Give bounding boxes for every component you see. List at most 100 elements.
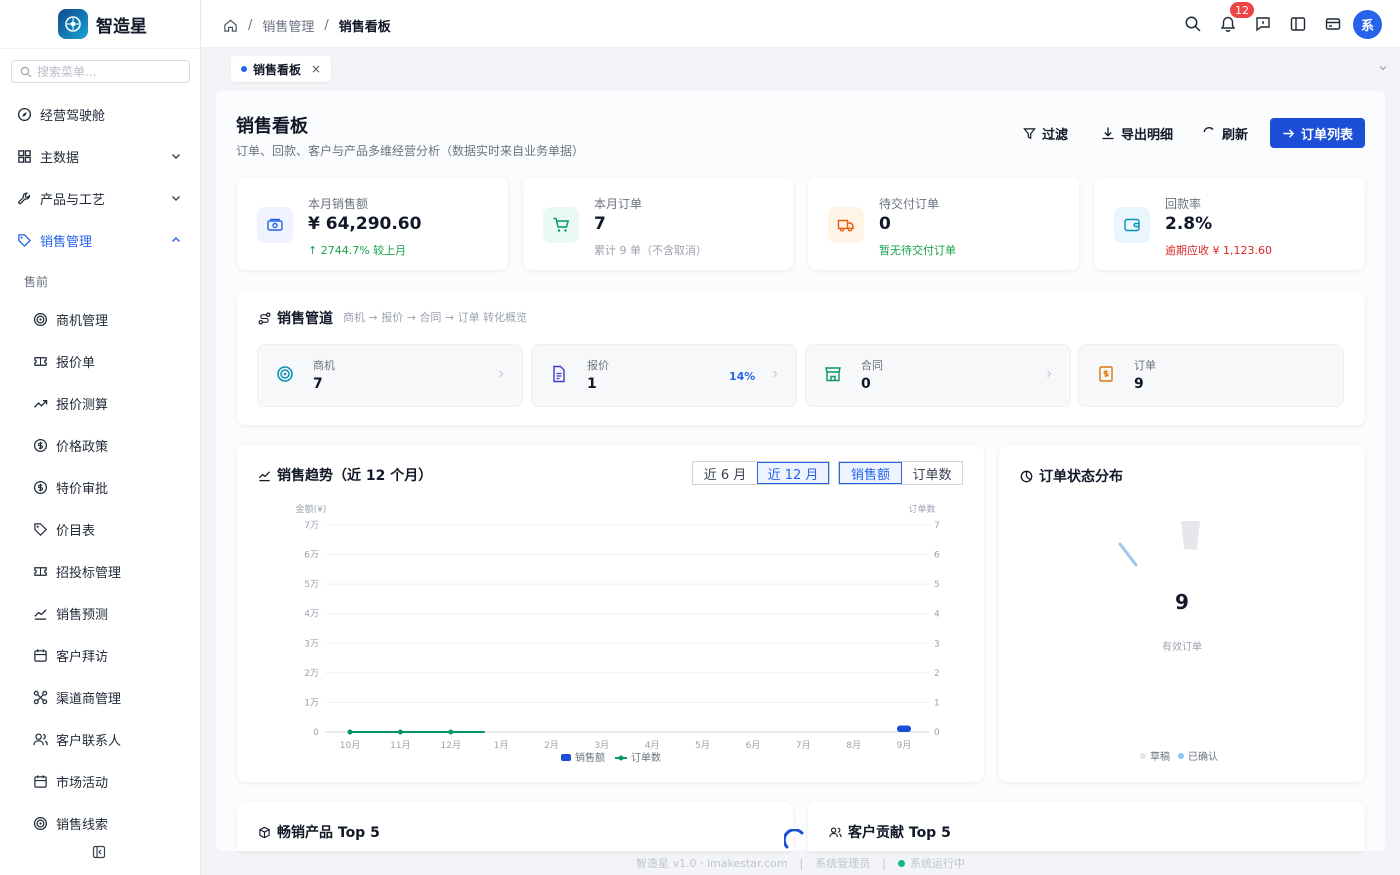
sidebar-item-quote-calc[interactable]: 报价测算 — [0, 382, 200, 424]
card-icon[interactable] — [1324, 15, 1342, 33]
pipeline-stage-opportunity[interactable]: 商机 7 — [257, 344, 523, 407]
orders-point — [448, 729, 454, 735]
kpi-card-collection[interactable]: 回款率 2.8% 逾期应收 ¥ 1,123.60 — [1094, 177, 1365, 270]
sidebar-item-bidding[interactable]: 招投标管理 — [0, 550, 200, 592]
search-placeholder: 搜索菜单... — [37, 65, 97, 79]
menu-group-presale: 售前 — [24, 275, 49, 289]
status-total: 9 — [1175, 590, 1189, 614]
breadcrumb-separator: / — [324, 18, 329, 33]
tab-close-button[interactable]: × — [311, 62, 321, 76]
kpi-card-sales[interactable]: 本月销售额 ¥ 64,290.60 ↑ 2744.7% 较上月 — [237, 177, 508, 270]
sidebar-item-label: 报价测算 — [56, 397, 109, 413]
dollar-circle-icon — [33, 438, 48, 452]
menu-search-input[interactable]: 搜索菜单... — [11, 60, 190, 83]
order-list-button[interactable]: 订单列表 — [1270, 118, 1365, 148]
message-icon[interactable] — [1254, 15, 1272, 33]
sidebar-item-campaigns[interactable]: 市场活动 — [0, 760, 200, 802]
top-customers-title: 客户贡献 Top 5 — [829, 822, 951, 842]
search-icon[interactable] — [1184, 15, 1202, 33]
kpi-card-orders[interactable]: 本月订单 7 累计 9 单（不含取消） — [523, 177, 793, 270]
sidebar-item-label: 价目表 — [56, 523, 96, 539]
legend-label: 草稿 — [1150, 752, 1170, 763]
filter-label: 过滤 — [1042, 127, 1069, 143]
sidebar-item-dashboard[interactable]: 经营驾驶舱 — [0, 93, 200, 135]
range-6m-option[interactable]: 近 6 月 — [693, 462, 757, 484]
trend-title: 销售趋势（近 12 个月） — [258, 465, 432, 485]
metric-sales-option[interactable]: 销售额 — [839, 462, 902, 484]
y-tick-label: 2万 — [304, 669, 319, 679]
order-list-label: 订单列表 — [1300, 127, 1353, 143]
target-icon — [33, 312, 48, 326]
money-icon — [257, 207, 293, 243]
sidebar-item-opportunities[interactable]: 商机管理 — [0, 298, 200, 340]
x-tick-label: 5月 — [695, 740, 710, 751]
wallet-icon — [1114, 207, 1150, 243]
legend-item[interactable]: 草稿 — [1140, 748, 1170, 763]
pipeline-stage-quote[interactable]: 报价 1 14% — [531, 344, 797, 407]
sidebar-toggle-icon[interactable] — [1289, 15, 1307, 33]
sidebar-item-price-list[interactable]: 价目表 — [0, 508, 200, 550]
kpi-card-pending[interactable]: 待交付订单 0 暂无待交付订单 — [808, 177, 1079, 270]
sidebar-item-customer-visits[interactable]: 客户拜访 — [0, 634, 200, 676]
sidebar-item-sales[interactable]: 销售管理 — [0, 219, 200, 261]
sidebar-item-label: 销售预测 — [56, 607, 109, 623]
sidebar-item-channel-partners[interactable]: 渠道商管理 — [0, 676, 200, 718]
home-icon[interactable] — [223, 18, 238, 33]
y2-tick-label: 2 — [934, 669, 940, 679]
x-tick-label: 2月 — [544, 740, 559, 751]
users-icon — [829, 826, 842, 837]
sidebar-item-special-approval[interactable]: 特价审批 — [0, 466, 200, 508]
sidebar-item-master-data[interactable]: 主数据 — [0, 135, 200, 177]
tag-icon — [18, 233, 32, 247]
y2-tick-label: 5 — [934, 580, 940, 590]
chevron-down-icon[interactable] — [1378, 63, 1388, 73]
stage-label: 合同 — [861, 359, 883, 372]
legend-label-orders: 订单数 — [631, 751, 661, 764]
y2-tick-label: 4 — [934, 610, 940, 620]
export-button[interactable]: 导出明细 — [1101, 118, 1173, 148]
user-avatar[interactable]: 系 — [1353, 10, 1382, 39]
breadcrumb-item[interactable]: 销售管理 — [262, 16, 314, 35]
bell-icon[interactable] — [1219, 15, 1237, 33]
sidebar-item-price-policy[interactable]: 价格政策 — [0, 424, 200, 466]
sidebar-item-label: 经营驾驶舱 — [40, 108, 106, 124]
notification-badge: 12 — [1230, 2, 1254, 18]
kpi-trend: ↑ 2744.7% 较上月 — [308, 244, 407, 257]
legend-swatch — [1140, 752, 1146, 759]
app-logo[interactable]: 智造星 — [58, 9, 147, 39]
grid-icon — [18, 149, 31, 163]
wrench-icon — [18, 191, 30, 204]
sidebar-item-sales-forecast[interactable]: 销售预测 — [0, 592, 200, 634]
metric-orders-option[interactable]: 订单数 — [902, 462, 962, 484]
y2-tick-label: 3 — [934, 639, 940, 649]
sidebar-item-quotes[interactable]: 报价单 — [0, 340, 200, 382]
range-12m-option[interactable]: 近 12 月 — [757, 462, 829, 484]
stage-value: 7 — [313, 376, 323, 392]
refresh-button[interactable]: 刷新 — [1202, 118, 1248, 148]
sidebar-item-leads[interactable]: 销售线索 — [0, 802, 200, 844]
sidebar-collapse-button[interactable] — [92, 845, 106, 863]
area-chart-icon — [258, 470, 271, 481]
sales-bar — [897, 725, 911, 732]
pipeline-stage-order[interactable]: 订单 9 — [1078, 344, 1344, 407]
pipeline-stage-contract[interactable]: 合同 0 — [805, 344, 1071, 407]
users-icon — [33, 732, 48, 745]
system-status-text: 系统运行中 — [909, 857, 965, 870]
target-icon — [277, 366, 293, 382]
y2-axis-title: 订单数 — [908, 503, 935, 515]
stage-label: 商机 — [313, 359, 335, 372]
legend-swatch — [1178, 752, 1184, 759]
pie-chart-icon — [1020, 470, 1033, 482]
app-root: 智造星 搜索菜单... 经营驾驶舱 主数据 产品与工艺 销售管理 售前 商机管理… — [0, 0, 1400, 875]
filter-icon — [1023, 127, 1036, 139]
metric-segmented-control: 销售额 订单数 — [838, 461, 963, 485]
sidebar-item-product-process[interactable]: 产品与工艺 — [0, 177, 200, 219]
filter-button[interactable]: 过滤 — [1023, 118, 1068, 148]
sidebar-item-label: 销售线索 — [56, 817, 109, 833]
legend-item[interactable]: 已确认 — [1178, 748, 1218, 763]
y2-tick-label: 0 — [934, 728, 940, 738]
tab-sales-dashboard[interactable]: 销售看板 × — [231, 56, 332, 82]
orders-point — [397, 729, 403, 735]
sidebar-item-contacts[interactable]: 客户联系人 — [0, 718, 200, 760]
refresh-label: 刷新 — [1222, 127, 1249, 143]
